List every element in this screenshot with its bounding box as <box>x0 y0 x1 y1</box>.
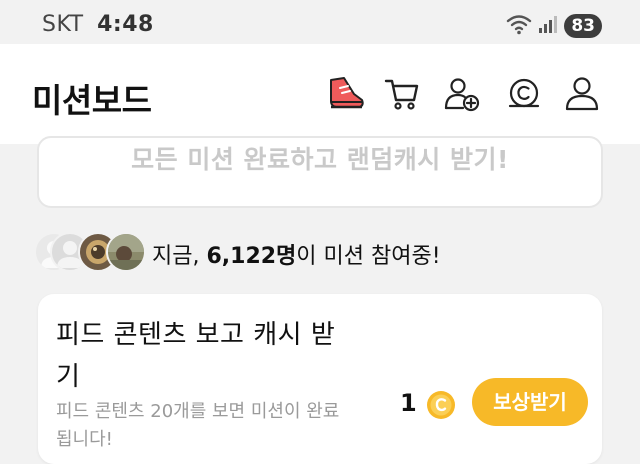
add-friend-icon[interactable] <box>442 74 482 114</box>
avatar <box>106 232 146 272</box>
status-indicators: 83 <box>506 13 602 39</box>
participants-prefix: 지금, <box>152 244 207 269</box>
page-title: 미션보드 <box>32 81 152 120</box>
mission-title: 피드 콘텐츠 보고 캐시 받기 <box>56 320 336 392</box>
carrier-label: SKT <box>42 12 84 37</box>
mission-card[interactable]: 피드 콘텐츠 보고 캐시 받기 피드 콘텐츠 20개를 보면 미션이 완료됩니다… <box>38 294 602 464</box>
participants-row: 지금, 6,122명이 미션 참여중! <box>34 230 634 276</box>
status-bar: SKT 4:48 83 <box>0 0 640 44</box>
sneaker-icon[interactable] <box>326 74 366 114</box>
mission-board-content: 모든 미션 완료하고 랜덤캐시 받기! 지금, 6,122명이 미션 참여중! … <box>0 136 640 464</box>
coin-icon[interactable] <box>503 74 543 114</box>
wifi-icon <box>506 13 532 39</box>
participants-count: 6,122명 <box>206 244 297 269</box>
cash-coin-icon <box>426 390 456 420</box>
clock: 4:48 <box>97 12 154 37</box>
mission-description: 피드 콘텐츠 20개를 보면 미션이 완료됩니다! <box>56 401 340 450</box>
profile-icon[interactable] <box>562 74 602 114</box>
random-cash-banner[interactable]: 모든 미션 완료하고 랜덤캐시 받기! <box>37 136 603 208</box>
claim-reward-button[interactable]: 보상받기 <box>472 378 588 426</box>
battery-indicator: 83 <box>564 14 602 38</box>
participants-text: 지금, 6,122명이 미션 참여중! <box>152 238 441 270</box>
participants-suffix: 이 미션 참여중! <box>296 244 441 269</box>
signal-icon <box>538 14 558 38</box>
banner-text: 모든 미션 완료하고 랜덤캐시 받기! <box>131 145 509 174</box>
cart-icon[interactable] <box>382 74 422 114</box>
app-header: 미션보드 <box>0 44 640 144</box>
reward-count: 1 <box>400 389 417 417</box>
status-carrier-time: SKT 4:48 <box>42 12 154 37</box>
